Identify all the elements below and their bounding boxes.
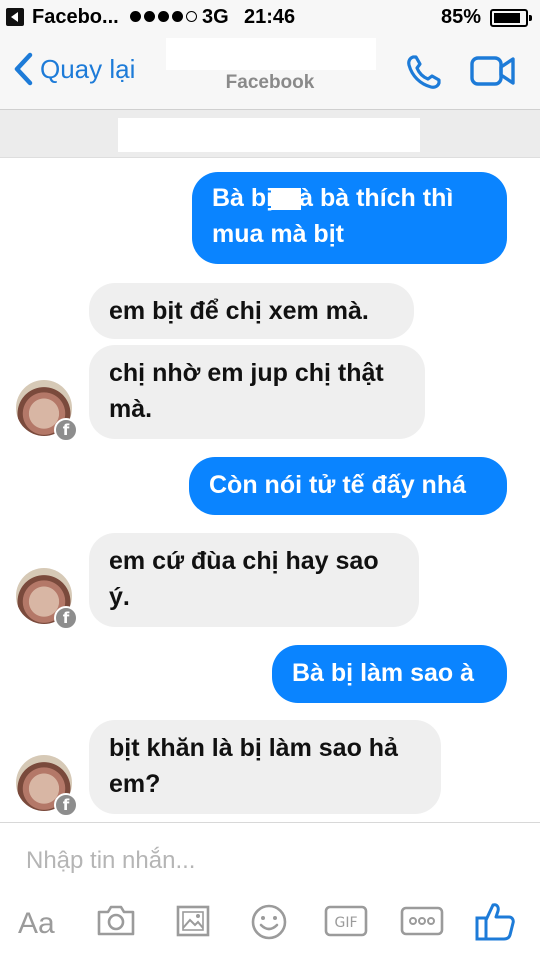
like-icon[interactable] <box>474 901 516 943</box>
contact-avatar[interactable]: f <box>16 568 78 630</box>
battery-percentage: 85% <box>441 6 482 28</box>
gallery-icon[interactable] <box>174 903 212 939</box>
facebook-badge-icon: f <box>54 606 78 630</box>
message-text: Còn nói tử tế đấy nhá <box>209 471 466 499</box>
contact-name-redacted <box>166 38 376 70</box>
message-text: chị nhờ em jup chị thật <box>109 359 384 387</box>
message-incoming[interactable]: em bịt để chị xem mà. <box>89 283 414 339</box>
facebook-badge-icon: f <box>54 418 78 442</box>
message-text: mà. <box>109 395 153 423</box>
message-outgoing[interactable]: Bà bị làm sao à <box>272 645 507 703</box>
message-input[interactable]: Nhập tin nhắn... <box>26 847 195 875</box>
message-incoming[interactable]: chị nhờ em jup chị thật mà. <box>89 345 425 439</box>
gif-icon[interactable]: GIF <box>324 903 368 939</box>
message-incoming[interactable]: bịt khăn là bị làm sao hả em? <box>89 720 441 814</box>
text-format-icon[interactable]: Aa <box>18 907 55 941</box>
contact-avatar[interactable]: f <box>16 755 78 817</box>
message-text: à bà thích thì <box>299 184 454 212</box>
gif-label: GIF <box>334 915 357 931</box>
message-outgoing[interactable]: Còn nói tử tế đấy nhá <box>189 457 507 515</box>
signal-strength-icon <box>130 11 197 22</box>
video-camera-icon[interactable] <box>470 54 516 88</box>
message-text: em cứ đùa chị hay sao <box>109 547 379 575</box>
message-text: bịt khăn là bị làm sao hả <box>109 734 398 762</box>
message-text: em bịt để chị xem mà. <box>109 297 369 325</box>
back-to-app-icon[interactable] <box>6 8 24 26</box>
message-text: Bà bị làm sao à <box>292 659 475 687</box>
message-text: mua mà bịt <box>212 220 344 248</box>
status-bar: Facebo... 3G 21:46 85% <box>0 0 540 36</box>
emoji-icon[interactable] <box>250 903 288 941</box>
more-icon[interactable] <box>400 903 444 939</box>
banner-redacted <box>118 118 420 152</box>
facebook-badge-icon: f <box>54 793 78 817</box>
status-app-name: Facebo... <box>32 6 119 28</box>
message-incoming[interactable]: em cứ đùa chị hay sao ý. <box>89 533 419 627</box>
messenger-screen: Facebo... 3G 21:46 85% Quay lại Facebook <box>0 0 540 960</box>
message-composer: Nhập tin nhắn... Aa GIF <box>0 822 540 960</box>
network-type: 3G <box>202 6 229 28</box>
info-banner <box>0 110 540 158</box>
redacted-word <box>271 188 302 211</box>
battery-icon <box>490 9 532 27</box>
message-text: Bà bị <box>212 184 274 212</box>
contact-avatar[interactable]: f <box>16 380 78 442</box>
phone-icon[interactable] <box>404 52 444 92</box>
message-outgoing[interactable]: Bà bị à bà thích thì mua mà bịt <box>192 172 507 264</box>
status-time: 21:46 <box>244 6 296 28</box>
conversation-subtitle: Facebook <box>0 72 540 94</box>
subtitle-text: Facebook <box>225 72 315 93</box>
message-text: ý. <box>109 583 130 611</box>
camera-icon[interactable] <box>96 903 136 937</box>
conversation-header: Quay lại Facebook <box>0 36 540 110</box>
message-text: em? <box>109 770 161 798</box>
